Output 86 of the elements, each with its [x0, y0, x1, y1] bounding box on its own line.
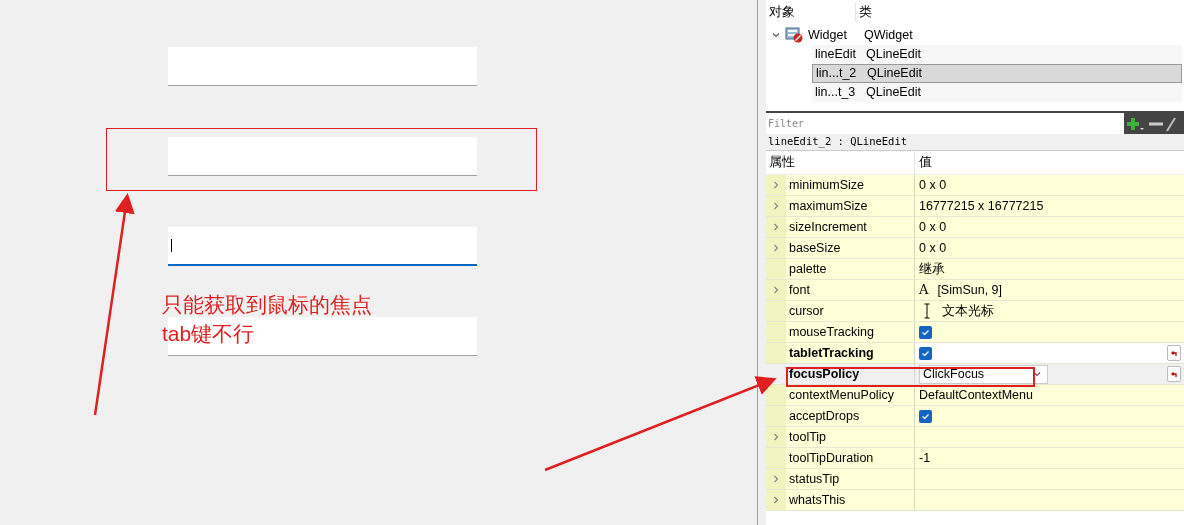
tree-row[interactable]: lineEdit QLineEdit [812, 45, 1182, 64]
property-value: 文本光标 [942, 302, 994, 320]
property-row[interactable]: mouseTracking [766, 322, 1184, 343]
property-name: whatsThis [786, 490, 915, 510]
line-edit[interactable] [168, 47, 477, 86]
property-row[interactable]: minimumSize 0 x 0 [766, 175, 1184, 196]
chevron-down-icon[interactable] [772, 31, 780, 39]
property-row[interactable]: palette 继承 [766, 259, 1184, 280]
property-name: statusTip [786, 469, 915, 489]
chevron-right-icon[interactable] [772, 475, 780, 483]
tree-row[interactable]: lin...t_3 QLineEdit [812, 83, 1182, 102]
property-row[interactable]: sizeIncrement 0 x 0 [766, 217, 1184, 238]
property-name: font [786, 280, 915, 300]
property-row[interactable]: font A [SimSun, 9] [766, 280, 1184, 301]
line-edit[interactable] [168, 227, 477, 266]
property-name: cursor [786, 301, 915, 321]
reset-button[interactable] [1167, 366, 1181, 382]
column-header[interactable]: 类 [856, 2, 872, 22]
object-name: lin...t_3 [815, 84, 857, 102]
annotation-note: 只能获取到鼠标的焦点 [162, 292, 372, 318]
column-header[interactable]: 值 [915, 153, 932, 172]
chevron-down-icon[interactable] [1032, 370, 1041, 378]
reset-icon [1170, 349, 1178, 357]
property-name: toolTipDuration [786, 448, 915, 468]
column-header[interactable]: 对象 [766, 2, 856, 22]
line-edit[interactable] [168, 137, 477, 176]
property-row[interactable]: tabletTracking [766, 343, 1184, 364]
font-icon: A [919, 280, 929, 300]
class-name: QLineEdit [867, 65, 922, 83]
property-row[interactable]: toolTip [766, 427, 1184, 448]
check-icon [921, 411, 930, 421]
property-name: sizeIncrement [786, 217, 915, 237]
property-row[interactable]: baseSize 0 x 0 [766, 238, 1184, 259]
property-value: 0 x 0 [919, 176, 947, 194]
property-name: focusPolicy [786, 364, 915, 384]
check-icon [921, 327, 930, 337]
property-value: DefaultContextMenu [919, 386, 1033, 404]
class-name: QWidget [864, 26, 913, 44]
class-name: QLineEdit [866, 84, 921, 102]
checkbox[interactable] [919, 346, 932, 360]
property-name: acceptDrops [786, 406, 915, 426]
property-row[interactable]: toolTipDuration -1 [766, 448, 1184, 469]
reset-icon [1170, 370, 1178, 378]
check-icon [921, 348, 930, 358]
property-name: contextMenuPolicy [786, 385, 915, 405]
chevron-right-icon[interactable] [772, 496, 780, 504]
tree-item[interactable]: Widget [808, 25, 859, 45]
checkbox[interactable] [919, 325, 932, 339]
property-name: palette [786, 259, 915, 279]
property-row[interactable]: whatsThis [766, 490, 1184, 511]
text-cursor-icon [924, 303, 930, 319]
object-name: lineEdit [815, 46, 857, 64]
property-value: [SimSun, 9] [937, 281, 1002, 299]
class-name: QLineEdit [866, 46, 921, 64]
property-value: 0 x 0 [919, 239, 947, 257]
property-row[interactable]: contextMenuPolicy DefaultContextMenu [766, 385, 1184, 406]
chevron-right-icon[interactable] [772, 244, 780, 252]
property-value: -1 [919, 449, 931, 467]
chevron-right-icon[interactable] [772, 433, 780, 441]
property-value: 0 x 0 [919, 218, 947, 236]
property-name: maximumSize [786, 196, 915, 216]
filter-field[interactable]: Filter [766, 113, 1124, 134]
property-name: baseSize [786, 238, 915, 258]
property-row[interactable]: maximumSize 16777215 x 16777215 [766, 196, 1184, 217]
property-row[interactable]: cursor 文本光标 [766, 301, 1184, 322]
selection-label: lineEdit_2 : QLineEdit [766, 134, 1184, 151]
property-name: toolTip [786, 427, 915, 447]
property-name: minimumSize [786, 175, 915, 195]
reset-button[interactable] [1167, 345, 1181, 361]
text-cursor-icon [171, 239, 172, 252]
chevron-right-icon[interactable] [772, 202, 780, 210]
column-header[interactable]: 属性 [766, 151, 915, 174]
chevron-right-icon[interactable] [772, 223, 780, 231]
property-value: 16777215 x 16777215 [919, 197, 1044, 215]
checkbox[interactable] [919, 409, 932, 423]
tree-row[interactable]: lin...t_2 QLineEdit [812, 64, 1182, 83]
property-row[interactable]: acceptDrops [766, 406, 1184, 427]
property-value: 继承 [919, 260, 945, 278]
property-row[interactable]: statusTip [766, 469, 1184, 490]
annotation-note: tab键不行 [162, 321, 255, 347]
property-name: mouseTracking [786, 322, 915, 342]
chevron-right-icon[interactable] [772, 181, 780, 189]
widget-icon [785, 27, 803, 43]
chevron-right-icon[interactable] [772, 286, 780, 294]
add-icon[interactable] [1126, 115, 1146, 132]
object-name: lin...t_2 [816, 65, 858, 83]
